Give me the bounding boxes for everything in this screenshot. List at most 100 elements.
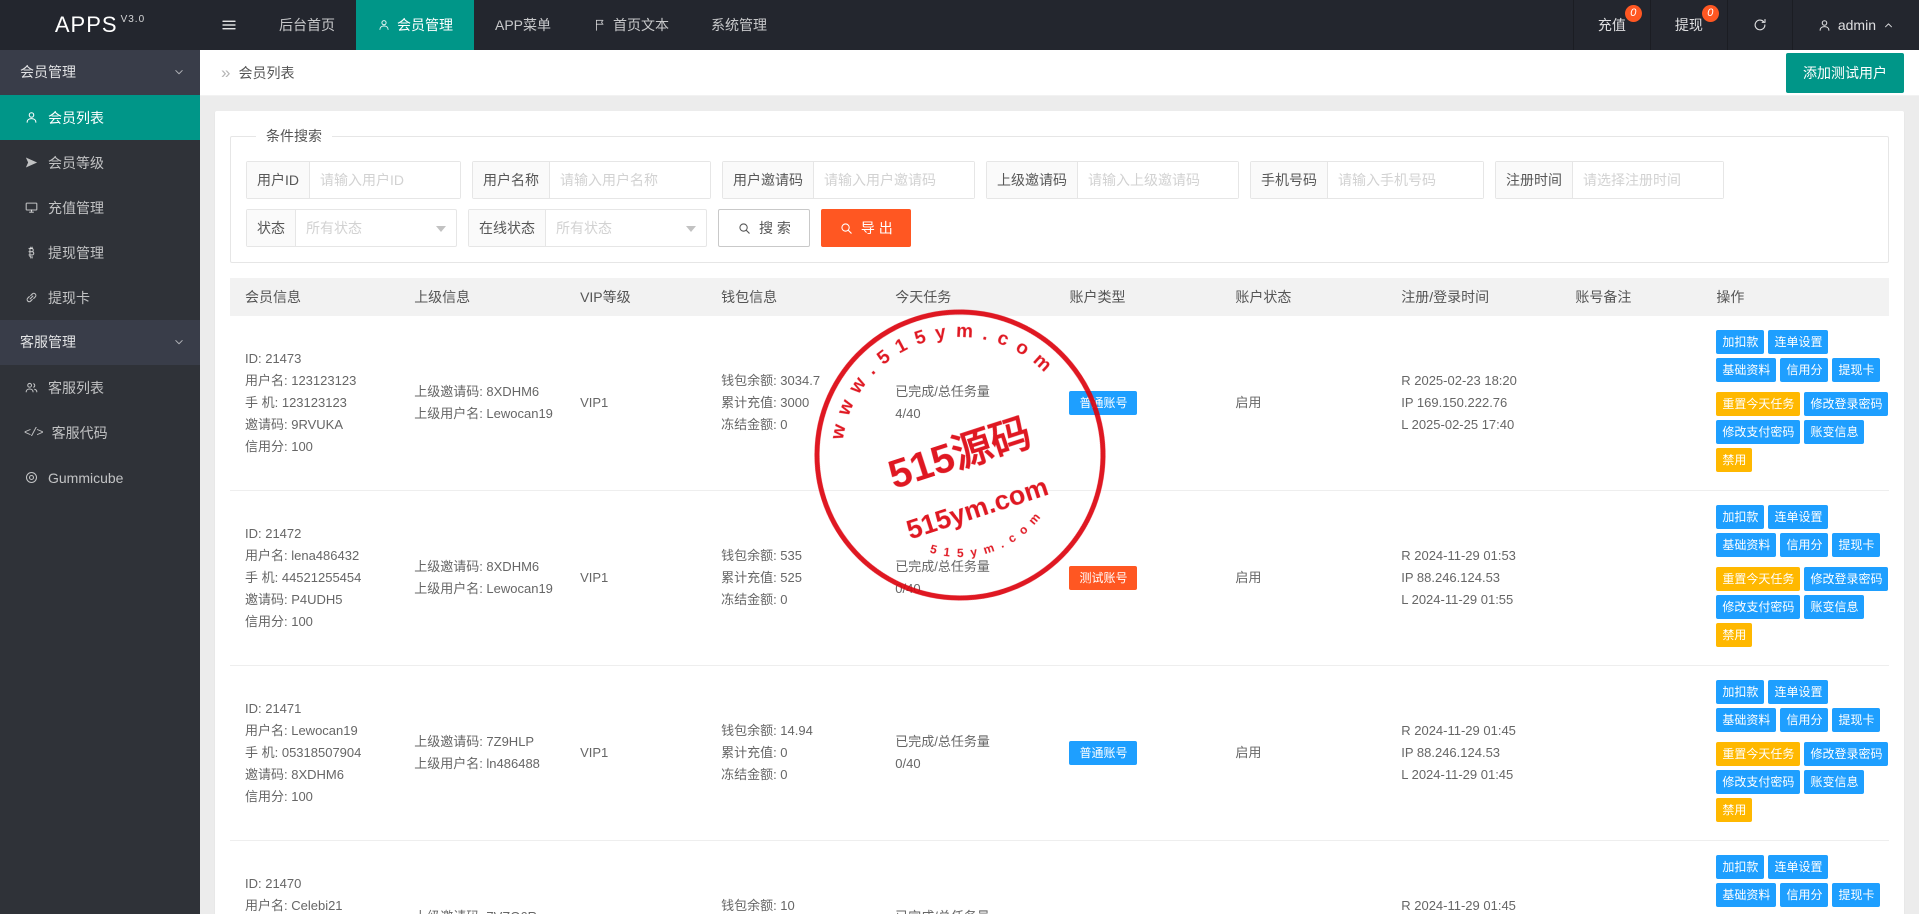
user-invite-code-input[interactable]: [814, 162, 974, 198]
disable-button[interactable]: 禁用: [1716, 448, 1753, 472]
withdraw-card-button[interactable]: 提现卡: [1832, 533, 1881, 557]
parent-info-cell: 上级邀请码: 7Z9HLP 上级用户名: ln486488: [404, 665, 571, 841]
admin-menu[interactable]: admin: [1791, 0, 1919, 50]
withdraw-card-button[interactable]: 提现卡: [1832, 358, 1881, 382]
add-test-user-button[interactable]: 添加测试用户: [1786, 52, 1904, 93]
basic-info-button[interactable]: 基础资料: [1716, 533, 1777, 557]
search-button[interactable]: 搜 索: [718, 209, 810, 247]
chain-order-button[interactable]: 连单设置: [1768, 505, 1829, 529]
code-icon: </>: [24, 425, 44, 440]
chain-order-button[interactable]: 连单设置: [1768, 855, 1829, 879]
info-line: 冻结金额: 0: [721, 417, 788, 433]
sidebar-item-service-list[interactable]: 客服列表: [0, 365, 200, 410]
status-select-label: 状态: [247, 210, 296, 246]
app-version: V3.0: [120, 13, 146, 25]
app-logo[interactable]: APPS V3.0: [0, 0, 200, 50]
wallet-info-cell: 钱包余额: 535 累计充值: 525 冻结金额: 0: [711, 490, 886, 666]
chevron-down-icon: [172, 335, 186, 349]
sidebar-group-service-group[interactable]: 客服管理: [0, 320, 200, 365]
field-group-user-invite-code: 用户邀请码: [722, 161, 975, 199]
change-pay-pwd-button[interactable]: 修改支付密码: [1716, 595, 1801, 619]
sidebar-item-gummicube[interactable]: Gummicube: [0, 455, 200, 500]
sidebar-item-recharge-management[interactable]: 充值管理: [0, 185, 200, 230]
user-name-input[interactable]: [550, 162, 710, 198]
status-select[interactable]: 所有状态: [296, 210, 456, 246]
change-login-pwd-button[interactable]: 修改登录密码: [1804, 742, 1889, 766]
chain-order-button[interactable]: 连单设置: [1768, 330, 1829, 354]
info-line: ID: 21470: [245, 875, 302, 891]
info-line: 冻结金额: 0: [721, 592, 788, 608]
member-list-card: 条件搜索 用户ID用户名称用户邀请码上级邀请码手机号码注册时间 状态所有状态在线…: [215, 111, 1904, 914]
nav-home-text[interactable]: 首页文本: [572, 0, 690, 50]
sidebar-group-member-group[interactable]: 会员管理: [0, 50, 200, 95]
export-button[interactable]: 导 出: [820, 209, 911, 247]
add-deduct-button[interactable]: 加扣款: [1716, 855, 1765, 879]
chain-order-button[interactable]: 连单设置: [1768, 680, 1829, 704]
nav-system-management[interactable]: 系统管理: [690, 0, 788, 50]
reset-task-button[interactable]: 重置今天任务: [1716, 567, 1801, 591]
member-info-cell: ID: 21470用户名: Celebi21手 机: 05312069070邀请…: [230, 840, 405, 914]
phone-input[interactable]: [1328, 162, 1483, 198]
refresh-button[interactable]: [1726, 0, 1792, 50]
action-line: 修改支付密码 账变信息: [1716, 770, 1879, 794]
sidebar-item-member-level[interactable]: 会员等级: [0, 140, 200, 185]
credit-score-button[interactable]: 信用分: [1780, 533, 1829, 557]
nav-dashboard[interactable]: 后台首页: [258, 0, 356, 50]
online-status-select[interactable]: 所有状态: [546, 210, 706, 246]
add-deduct-button[interactable]: 加扣款: [1716, 505, 1765, 529]
add-deduct-button[interactable]: 加扣款: [1716, 680, 1765, 704]
withdraw-card-button[interactable]: 提现卡: [1832, 883, 1881, 907]
account-change-button[interactable]: 账变信息: [1804, 595, 1865, 619]
info-line: 0/40: [895, 756, 921, 771]
action-line: 基础资料 信用分 提现卡: [1716, 883, 1881, 907]
recharge-link[interactable]: 充值 0: [1572, 0, 1650, 50]
sidebar-item-label: 会员列表: [48, 109, 104, 126]
basic-info-button[interactable]: 基础资料: [1716, 883, 1777, 907]
withdraw-link[interactable]: 提现 0: [1649, 0, 1727, 50]
add-deduct-button[interactable]: 加扣款: [1716, 330, 1765, 354]
nav-member-management[interactable]: 会员管理: [356, 0, 474, 50]
credit-score-button[interactable]: 信用分: [1780, 708, 1829, 732]
info-line: 已完成/总任务量: [895, 383, 990, 399]
disable-button[interactable]: 禁用: [1716, 623, 1753, 647]
sidebar-item-withdraw-card[interactable]: 提现卡: [0, 275, 200, 320]
credit-score-button[interactable]: 信用分: [1780, 358, 1829, 382]
select-group-online-status-select: 在线状态 所有状态: [468, 209, 707, 247]
change-login-pwd-button[interactable]: 修改登录密码: [1804, 567, 1889, 591]
account-change-button[interactable]: 账变信息: [1804, 420, 1865, 444]
nav-app-menu[interactable]: APP菜单: [474, 0, 572, 50]
chevron-down-icon: [172, 65, 186, 79]
parent-invite-code-input[interactable]: [1078, 162, 1238, 198]
sidebar-item-member-list[interactable]: 会员列表: [0, 95, 200, 140]
user-id-input[interactable]: [310, 162, 460, 198]
account-type-cell: 普通账号: [1059, 665, 1226, 841]
remark-cell: [1565, 665, 1707, 841]
info-line: 手 机: 05318507904: [245, 744, 362, 760]
credit-score-button[interactable]: 信用分: [1780, 883, 1829, 907]
info-line: 0/40: [895, 581, 921, 596]
sidebar-item-withdraw-management[interactable]: 提现管理: [0, 230, 200, 275]
change-pay-pwd-button[interactable]: 修改支付密码: [1716, 420, 1801, 444]
info-line: 已完成/总任务量: [895, 733, 990, 749]
register-time-input[interactable]: [1573, 162, 1723, 198]
column-header: 会员信息: [230, 278, 405, 316]
withdraw-card-button[interactable]: 提现卡: [1832, 708, 1881, 732]
sidebar-item-service-code[interactable]: </> 客服代码: [0, 410, 200, 455]
disable-button[interactable]: 禁用: [1716, 798, 1753, 822]
info-line: 用户名: Lewocan19: [245, 722, 358, 738]
basic-info-button[interactable]: 基础资料: [1716, 708, 1777, 732]
account-change-button[interactable]: 账变信息: [1804, 770, 1865, 794]
recharge-label: 充值: [1597, 17, 1626, 33]
reset-task-button[interactable]: 重置今天任务: [1716, 742, 1801, 766]
change-login-pwd-button[interactable]: 修改登录密码: [1804, 392, 1889, 416]
today-task-cell: 已完成/总任务量0/40: [885, 840, 1060, 914]
breadcrumb: 会员列表: [238, 64, 295, 81]
rocket-icon: [24, 155, 39, 170]
change-pay-pwd-button[interactable]: 修改支付密码: [1716, 770, 1801, 794]
reset-task-button[interactable]: 重置今天任务: [1716, 392, 1801, 416]
menu-toggle-icon[interactable]: [200, 0, 258, 50]
action-line: 禁用: [1716, 448, 1879, 472]
basic-info-button[interactable]: 基础资料: [1716, 358, 1777, 382]
remark-cell: [1565, 490, 1707, 666]
field-group-register-time: 注册时间: [1495, 161, 1724, 199]
